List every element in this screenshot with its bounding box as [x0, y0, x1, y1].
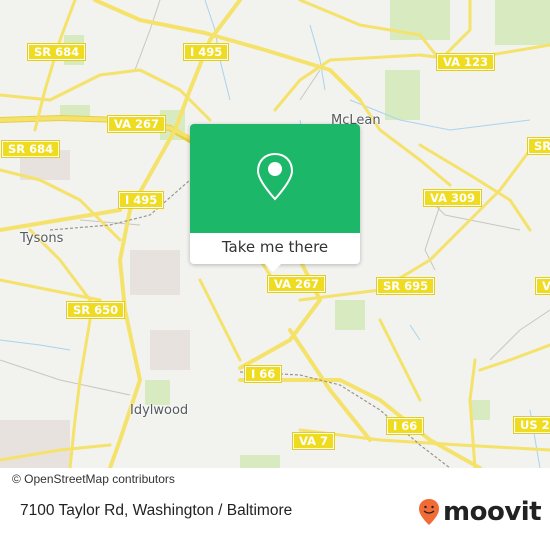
popup-pointer	[264, 263, 282, 272]
road-shield: I 66	[243, 365, 283, 383]
place-label-idylwood: Idylwood	[130, 403, 189, 418]
take-me-there-button[interactable]: Take me there	[190, 233, 360, 264]
road-shield: SR 650	[65, 301, 126, 319]
popup-header	[190, 124, 360, 233]
road-shield: VA 123	[435, 53, 496, 71]
brand-name: moovit	[443, 497, 542, 527]
address-label: 7100 Taylor Rd, Washington / Baltimore	[20, 502, 293, 519]
map-attribution[interactable]: © OpenStreetMap contributors	[0, 469, 185, 490]
footer: 7100 Taylor Rd, Washington / Baltimore m…	[0, 490, 550, 550]
road-shield: SR 684	[26, 43, 87, 61]
road-shield: I 495	[182, 43, 230, 61]
road-shield: SR	[526, 137, 550, 155]
road-shield: I 495	[117, 191, 165, 209]
road-shield: VA 267	[106, 115, 167, 133]
moovit-pin-icon	[419, 499, 439, 525]
place-label-tysons: Tysons	[20, 231, 64, 246]
road-shield: I 66	[385, 417, 425, 435]
road-shield: VA 7	[291, 432, 336, 450]
road-shield: VA	[534, 277, 550, 295]
location-popup: Take me there	[190, 124, 360, 272]
road-shield: US 29	[513, 416, 550, 434]
moovit-logo: moovit	[418, 497, 542, 527]
map-canvas[interactable]: McLean Tysons Idylwood SR 684 I 495 VA 1…	[0, 0, 550, 468]
map-pin-icon	[256, 152, 294, 201]
road-shield: SR 695	[375, 277, 436, 295]
road-shield: VA 267	[266, 275, 327, 293]
road-shield: VA 309	[422, 189, 483, 207]
road-shield: SR 684	[0, 140, 61, 158]
